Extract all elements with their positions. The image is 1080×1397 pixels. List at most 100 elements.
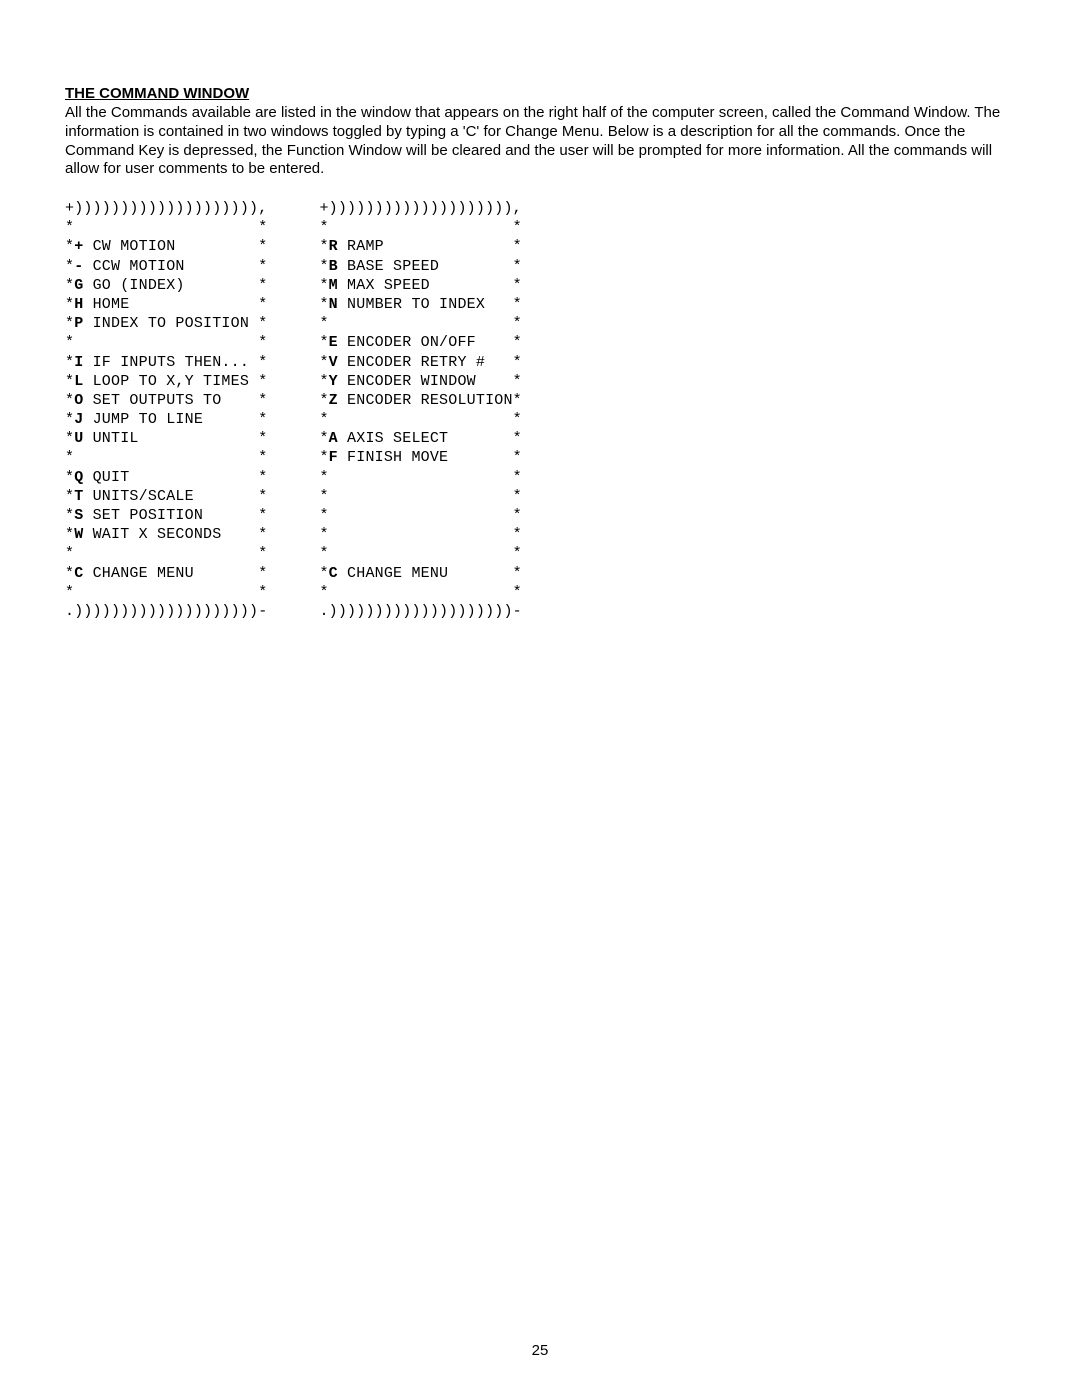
command-label: INDEX TO POSITION [83, 315, 258, 332]
menu-left-row: * * [65, 218, 267, 237]
menu-left-row: *T UNITS/SCALE * [65, 487, 267, 506]
row-right-star: * [258, 469, 267, 486]
menu-left-row: *- CCW MOTION * [65, 257, 267, 276]
menu-right-row: *B BASE SPEED * [319, 257, 521, 276]
menu-right: +)))))))))))))))))))),* **R RAMP **B BAS… [319, 199, 521, 621]
row-spacer [329, 584, 513, 601]
menu-left-row: *U UNTIL * [65, 429, 267, 448]
row-left-star: * [319, 411, 328, 428]
row-left-star: * [65, 507, 74, 524]
row-right-star: * [513, 545, 522, 562]
row-right-star: * [513, 334, 522, 351]
row-right-star: * [513, 277, 522, 294]
row-left-star: * [65, 258, 74, 275]
menu-left-row: *P INDEX TO POSITION * [65, 314, 267, 333]
row-right-star: * [513, 469, 522, 486]
row-right-star: * [513, 219, 522, 236]
row-right-star: * [258, 526, 267, 543]
row-left-star: * [319, 488, 328, 505]
row-right-star: * [513, 507, 522, 524]
menu-right-row: *V ENCODER RETRY # * [319, 353, 521, 372]
row-left-star: * [319, 315, 328, 332]
row-left-star: * [65, 469, 74, 486]
command-label: UNITS/SCALE [83, 488, 258, 505]
row-left-star: * [65, 430, 74, 447]
menu-right-row: *F FINISH MOVE * [319, 448, 521, 467]
command-key: F [329, 449, 338, 466]
menu-right-row: * * [319, 525, 521, 544]
row-right-star: * [258, 238, 267, 255]
menu-right-row: *A AXIS SELECT * [319, 429, 521, 448]
row-right-star: * [258, 488, 267, 505]
menu-left-row: * * [65, 544, 267, 563]
row-left-star: * [319, 373, 328, 390]
command-label: LOOP TO X,Y TIMES [83, 373, 258, 390]
row-left-star: * [319, 430, 328, 447]
command-label: SET POSITION [83, 507, 258, 524]
command-label: IF INPUTS THEN... [83, 354, 258, 371]
row-right-star: * [258, 565, 267, 582]
command-label: FINISH MOVE [338, 449, 513, 466]
row-left-star: * [319, 469, 328, 486]
menu-left-row: *G GO (INDEX) * [65, 276, 267, 295]
menu-border-top: +)))))))))))))))))))), [319, 199, 521, 218]
menu-left-row: *W WAIT X SECONDS * [65, 525, 267, 544]
command-key: Z [329, 392, 338, 409]
row-right-star: * [513, 373, 522, 390]
row-left-star: * [319, 219, 328, 236]
row-spacer [329, 315, 513, 332]
command-label: ENCODER RETRY # [338, 354, 513, 371]
row-right-star: * [513, 430, 522, 447]
command-menus: +)))))))))))))))))))),* **+ CW MOTION **… [65, 199, 1015, 621]
command-label: NUMBER TO INDEX [338, 296, 513, 313]
menu-left-row: *J JUMP TO LINE * [65, 410, 267, 429]
row-right-star: * [513, 258, 522, 275]
row-spacer [329, 507, 513, 524]
row-left-star: * [319, 507, 328, 524]
row-left-star: * [65, 238, 74, 255]
row-right-star: * [513, 392, 522, 409]
menu-right-row: * * [319, 506, 521, 525]
menu-left-row: *C CHANGE MENU * [65, 564, 267, 583]
command-label: QUIT [83, 469, 258, 486]
row-spacer [74, 584, 258, 601]
command-key: R [329, 238, 338, 255]
row-left-star: * [319, 277, 328, 294]
row-right-star: * [513, 449, 522, 466]
row-left-star: * [319, 392, 328, 409]
row-left-star: * [65, 277, 74, 294]
row-left-star: * [65, 411, 74, 428]
row-left-star: * [65, 315, 74, 332]
row-spacer [329, 411, 513, 428]
row-right-star: * [258, 334, 267, 351]
row-left-star: * [65, 354, 74, 371]
row-right-star: * [513, 315, 522, 332]
command-label: ENCODER ON/OFF [338, 334, 513, 351]
row-right-star: * [513, 565, 522, 582]
row-left-star: * [65, 296, 74, 313]
row-spacer [329, 469, 513, 486]
row-right-star: * [513, 526, 522, 543]
row-left-star: * [319, 584, 328, 601]
row-right-star: * [258, 584, 267, 601]
row-right-star: * [513, 296, 522, 313]
menu-left-row: *L LOOP TO X,Y TIMES * [65, 372, 267, 391]
row-left-star: * [319, 258, 328, 275]
menu-border-top: +)))))))))))))))))))), [65, 199, 267, 218]
menu-left-row: *I IF INPUTS THEN... * [65, 353, 267, 372]
row-right-star: * [513, 411, 522, 428]
row-spacer [74, 219, 258, 236]
row-spacer [74, 449, 258, 466]
command-label: WAIT X SECONDS [83, 526, 258, 543]
row-right-star: * [258, 258, 267, 275]
menu-border-bottom: .))))))))))))))))))))- [319, 602, 521, 621]
row-right-star: * [258, 219, 267, 236]
command-label: CW MOTION [83, 238, 258, 255]
row-left-star: * [319, 334, 328, 351]
row-left-star: * [65, 449, 74, 466]
row-right-star: * [513, 488, 522, 505]
command-label: ENCODER RESOLUTION [338, 392, 513, 409]
menu-left-row: *H HOME * [65, 295, 267, 314]
row-left-star: * [65, 373, 74, 390]
menu-left-row: *S SET POSITION * [65, 506, 267, 525]
